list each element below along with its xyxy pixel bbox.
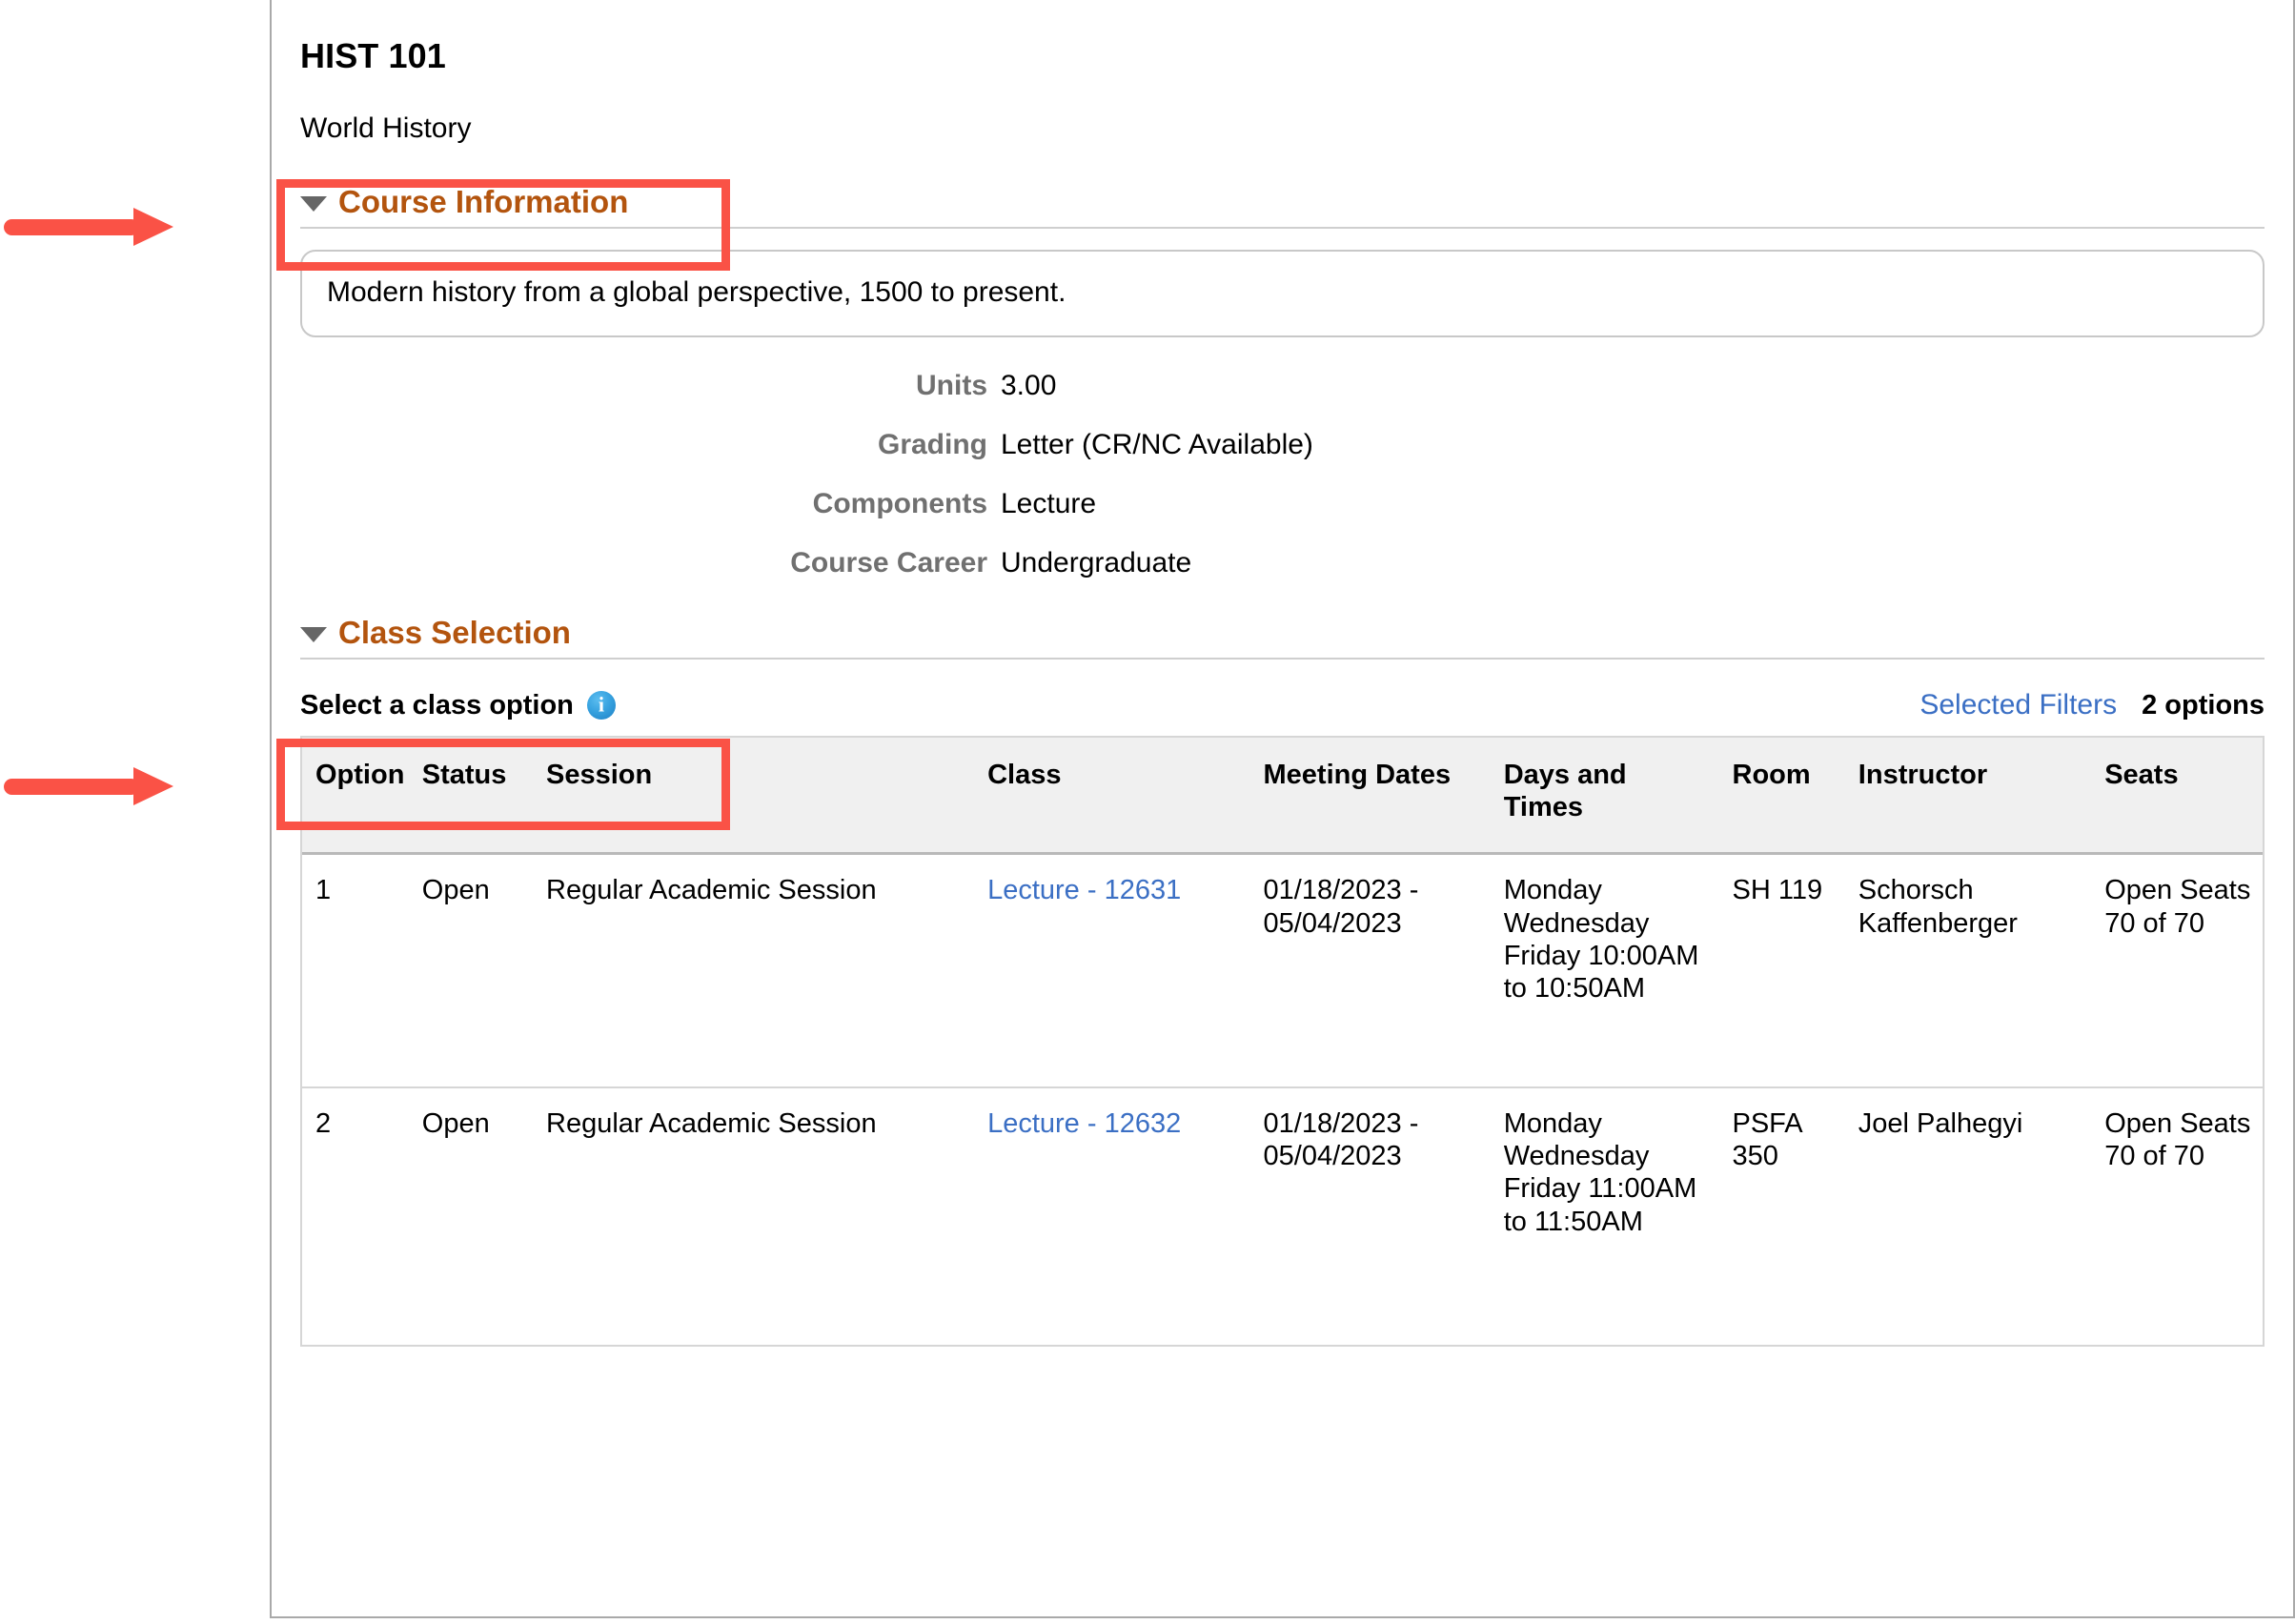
detail-label-units: Units [916,370,987,401]
class-link[interactable]: Lecture - 12632 [987,1108,1181,1139]
cell-option: 2 [315,1107,332,1139]
detail-value-components: Lecture [1001,488,1097,519]
annotation-arrow-course-information [4,208,175,246]
screenshot-root: HIST 101 World History Course Informatio… [0,0,2295,1624]
detail-label-grading: Grading [877,429,987,460]
section-header-class-selection-label: Class Selection [338,615,571,650]
column-header-meeting-dates[interactable]: Meeting Dates [1253,738,1494,856]
course-details-list: Units 3.00 Grading Letter (CR/NC Availab… [300,370,2265,579]
detail-label-components: Components [812,488,987,519]
table-head: Option Status Session Class Meeting Date… [302,738,2263,856]
cell-meeting-dates: 01/18/2023 - 05/04/2023 [1263,1107,1419,1172]
course-description-box: Modern history from a global perspective… [300,250,2265,337]
course-code: HIST 101 [300,36,446,75]
course-detail-panel: HIST 101 World History Course Informatio… [270,0,2295,1618]
cell-days-and-times: Monday Wednesday Friday 11:00AM to 11:50… [1503,1107,1697,1237]
cell-room: PSFA 350 [1732,1107,1802,1172]
cell-seats: Open Seats 70 of 70 [2104,1107,2251,1172]
detail-value-course-career: Undergraduate [1001,547,1192,579]
class-options-table: Option Status Session Class Meeting Date… [302,738,2263,1345]
column-header-option[interactable]: Option [302,738,413,856]
cell-instructor: Schorsch Kaffenberger [1848,853,2096,1088]
table-body: 1 Open Regular Academic Session Lecture … [302,853,2263,1345]
class-link[interactable]: Lecture - 12631 [987,875,1181,905]
detail-value-grading: Letter (CR/NC Available) [1001,429,1313,460]
selected-filters-link[interactable]: Selected Filters [1919,689,2117,721]
cell-class: Lecture - 12631 [978,853,1254,1088]
cell-session: Regular Academic Session [537,853,979,1088]
cell-class: Lecture - 12632 [978,1087,1253,1345]
column-header-seats[interactable]: Seats [2095,738,2263,856]
column-header-room[interactable]: Room [1722,738,1849,856]
options-count-label: 2 options [2142,689,2265,721]
section-header-course-information-label: Course Information [338,184,629,219]
arrow-head [133,208,173,246]
detail-row-grading: Grading Letter (CR/NC Available) [300,429,2265,461]
cell-seats: Open Seats 70 of 70 [2095,853,2263,1088]
detail-row-course-career: Course Career Undergraduate [300,547,2265,579]
column-header-instructor[interactable]: Instructor [1848,738,2096,856]
class-options-table-container: Option Status Session Class Meeting Date… [300,736,2265,1347]
select-class-option-label: Select a class option [300,689,574,721]
course-title: World History [300,112,472,144]
detail-value-units: 3.00 [1001,370,1057,401]
cell-meeting-dates: 01/18/2023 - 05/04/2023 [1253,853,1494,1088]
cell-status: Open [421,1107,490,1139]
caret-down-icon [300,196,327,212]
caret-down-icon [300,627,327,642]
arrow-shaft [4,779,139,795]
column-header-status[interactable]: Status [412,738,537,856]
class-selection-toolbar: Select a class option Selected Filters 2… [300,684,2265,726]
detail-row-components: Components Lecture [300,488,2265,520]
cell-days-and-times: Monday Wednesday Friday 10:00AM to 10:50… [1493,853,1723,1088]
column-header-days-and-times[interactable]: Days and Times [1493,738,1723,856]
cell-option: 1 [302,853,413,1088]
detail-label-course-career: Course Career [790,547,987,579]
annotation-arrow-class-selection [4,767,175,805]
cell-session: Regular Academic Session [546,1107,877,1139]
detail-row-units: Units 3.00 [300,370,2265,402]
section-header-class-selection[interactable]: Class Selection [300,608,2265,660]
info-icon[interactable] [586,691,616,720]
column-header-session[interactable]: Session [537,738,979,856]
arrow-head [133,767,173,805]
course-description-text: Modern history from a global perspective… [327,276,1066,308]
section-header-course-information[interactable]: Course Information [300,177,2265,229]
cell-status: Open [412,853,537,1088]
cell-instructor: Joel Palhegyi [1858,1107,2023,1139]
table-row[interactable]: 2 Open Regular Academic Session Lecture … [302,1087,2263,1345]
cell-room: SH 119 [1722,853,1849,1088]
table-row[interactable]: 1 Open Regular Academic Session Lecture … [302,853,2263,1088]
arrow-shaft [4,219,139,235]
table-header-row: Option Status Session Class Meeting Date… [302,738,2263,856]
column-header-class[interactable]: Class [978,738,1254,856]
